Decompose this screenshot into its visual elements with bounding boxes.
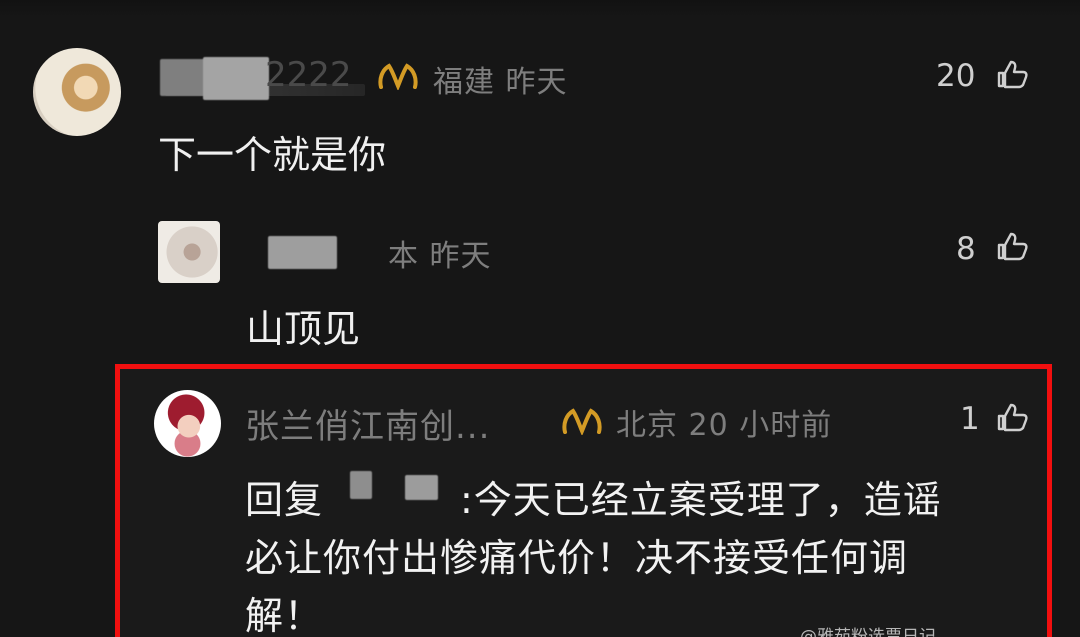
comment-location: 北京 (616, 408, 678, 443)
comment-location: 福建 (433, 65, 495, 100)
gold-badge-icon (378, 63, 418, 90)
blurred-reply-target (405, 475, 438, 500)
thumbs-up-icon[interactable] (996, 401, 1028, 433)
username-partial: 2222 (265, 55, 352, 95)
comment-location-time: 福建 昨天 (433, 57, 568, 101)
username[interactable]: 张兰俏江南创... (245, 399, 490, 448)
thumbs-up-icon[interactable] (996, 230, 1028, 262)
gold-badge-icon (562, 408, 602, 435)
avatar[interactable] (158, 221, 220, 283)
thumbs-up-icon[interactable] (996, 58, 1028, 90)
top-divider (0, 0, 1080, 18)
avatar[interactable] (154, 390, 221, 457)
comment-screen: 2222 福建 昨天 20 下一个就是你 本 昨天 8 山顶见 张兰俏江南创..… (0, 0, 1080, 637)
blurred-username (268, 236, 337, 269)
like-count: 20 (936, 58, 976, 94)
blurred-reply-target (350, 471, 372, 499)
comment-location-time: 北京 20 小时前 (616, 400, 832, 444)
comment-time: 20 小时前 (688, 408, 833, 443)
comment-text: 下一个就是你 (158, 133, 387, 177)
like-count: 1 (960, 401, 980, 437)
avatar[interactable] (33, 48, 121, 136)
comment-time: 昨天 (429, 239, 492, 274)
comment-time: 昨天 (505, 65, 568, 100)
reply-text-line: :今天已经立案受理了，造谣 (460, 478, 942, 522)
watermark: @雅茹粉选票日记 (800, 627, 936, 637)
comment-text: 山顶见 (246, 307, 361, 351)
reply-text-line: 解！ (245, 594, 324, 637)
like-count: 8 (956, 231, 976, 267)
comment-location: 本 (388, 239, 419, 274)
reply-text-line: 必让你付出惨痛代价！决不接受任何调 (245, 536, 909, 580)
blurred-username (203, 57, 269, 100)
reply-prefix: 回复 (245, 478, 324, 522)
comment-location-time: 本 昨天 (388, 231, 492, 275)
